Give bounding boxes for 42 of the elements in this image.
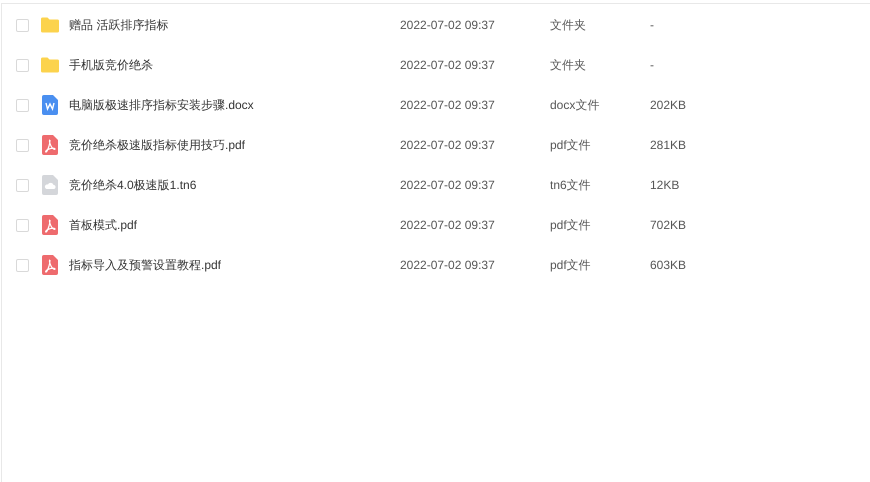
checkbox[interactable] bbox=[16, 18, 29, 32]
file-size: 702KB bbox=[650, 217, 686, 234]
file-size: 12KB bbox=[650, 177, 680, 194]
file-type: docx文件 bbox=[550, 98, 600, 112]
file-type: 文件夹 bbox=[550, 18, 586, 32]
checkbox[interactable] bbox=[16, 178, 29, 192]
modified-date: 2022-07-02 09:37 bbox=[400, 98, 495, 112]
file-size: - bbox=[650, 17, 654, 34]
pdf-document-icon bbox=[42, 215, 58, 235]
modified-date: 2022-07-02 09:37 bbox=[400, 258, 495, 272]
file-name[interactable]: 手机版竞价绝杀 bbox=[69, 58, 153, 72]
file-name[interactable]: 电脑版极速排序指标安装步骤.docx bbox=[69, 98, 254, 112]
file-cloud-icon bbox=[42, 175, 58, 195]
file-type: pdf文件 bbox=[550, 138, 591, 152]
checkbox[interactable] bbox=[16, 98, 29, 112]
file-type: pdf文件 bbox=[550, 218, 591, 232]
file-name[interactable]: 竞价绝杀4.0极速版1.tn6 bbox=[69, 178, 196, 192]
file-type: tn6文件 bbox=[550, 178, 591, 192]
pdf-document-icon bbox=[42, 255, 58, 275]
file-size: 281KB bbox=[650, 137, 686, 154]
folder-icon bbox=[40, 17, 60, 33]
folder-icon bbox=[40, 57, 60, 73]
file-size: - bbox=[650, 57, 654, 74]
modified-date: 2022-07-02 09:37 bbox=[400, 138, 495, 152]
file-type: pdf文件 bbox=[550, 258, 591, 272]
file-size: 603KB bbox=[650, 257, 686, 274]
modified-date: 2022-07-02 09:37 bbox=[400, 18, 495, 32]
file-name[interactable]: 赠品 活跃排序指标 bbox=[69, 18, 168, 32]
pdf-document-icon bbox=[42, 135, 58, 155]
file-type: 文件夹 bbox=[550, 58, 586, 72]
modified-date: 2022-07-02 09:37 bbox=[400, 58, 495, 72]
word-document-icon bbox=[42, 95, 58, 115]
checkbox[interactable] bbox=[16, 258, 29, 272]
checkbox[interactable] bbox=[16, 218, 29, 232]
modified-date: 2022-07-02 09:37 bbox=[400, 218, 495, 232]
file-size: 202KB bbox=[650, 97, 686, 114]
file-name[interactable]: 竞价绝杀极速版指标使用技巧.pdf bbox=[69, 138, 246, 152]
modified-date: 2022-07-02 09:37 bbox=[400, 178, 495, 192]
file-name[interactable]: 指标导入及预警设置教程.pdf bbox=[69, 258, 222, 272]
checkbox[interactable] bbox=[16, 138, 29, 152]
checkbox[interactable] bbox=[16, 58, 29, 72]
file-name[interactable]: 首板模式.pdf bbox=[69, 218, 138, 232]
